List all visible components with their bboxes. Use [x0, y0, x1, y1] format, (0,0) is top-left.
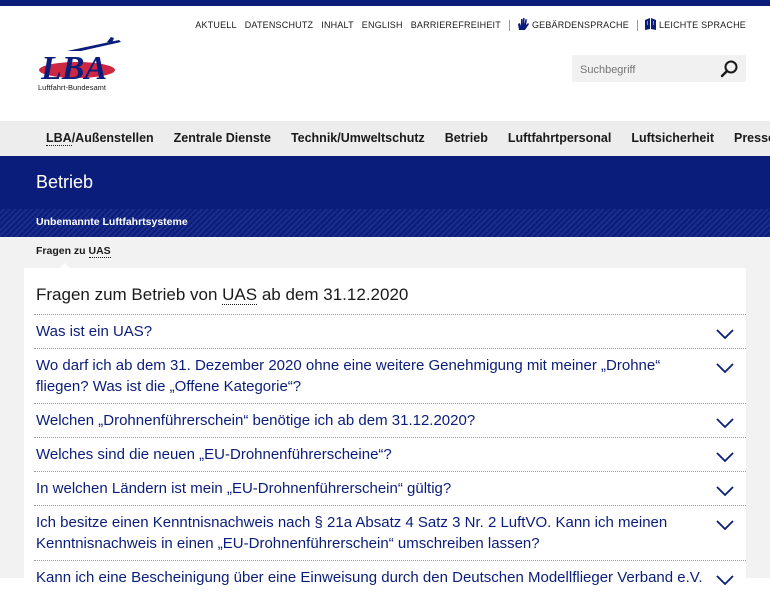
nav-item-lba-label: /Außenstellen: [71, 131, 154, 145]
page-title-pre: Fragen zum Betrieb von: [36, 285, 223, 304]
magnifier-icon[interactable]: [720, 59, 740, 79]
page-title-abbr: UAS: [222, 285, 258, 305]
chevron-down-icon[interactable]: [716, 414, 734, 429]
faq-question: In welchen Ländern ist mein „EU-Drohnenf…: [36, 480, 452, 497]
search-input[interactable]: [578, 60, 722, 80]
faq-question: Ich besitze einen Kenntnisnachweis nach …: [36, 514, 668, 552]
logo-caption: Luftfahrt-Bundesamt: [38, 83, 106, 92]
chevron-down-icon[interactable]: [716, 448, 734, 463]
breadcrumb-prefix: Fragen zu: [36, 245, 89, 257]
link-datenschutz[interactable]: DATENSCHUTZ: [245, 20, 314, 30]
logo-letters: LBA: [40, 50, 107, 87]
hand-icon: [516, 17, 530, 33]
faq-item[interactable]: Ich besitze einen Kenntnisnachweis nach …: [34, 505, 746, 560]
link-barrierefreiheit[interactable]: BARRIEREFREIHEIT: [411, 20, 501, 30]
faq-item[interactable]: Welches sind die neuen „EU-Drohnenführer…: [34, 437, 746, 471]
page-title-post: ab dem 31.12.2020: [257, 285, 409, 304]
subsection-bar: Unbemannte Luftfahrtsysteme: [0, 209, 770, 237]
nav-item-zentrale-dienste[interactable]: Zentrale Dienste: [174, 131, 271, 145]
page-title: Fragen zum Betrieb von UAS ab dem 31.12.…: [36, 285, 408, 305]
service-navigation: AKTUELL DATENSCHUTZ INHALT ENGLISH BARRI…: [187, 17, 746, 33]
link-leichte-sprache[interactable]: LEICHTE SPRACHE: [659, 20, 746, 30]
section-header: Betrieb: [0, 156, 770, 209]
nav-item-lba-abbr: LBA: [46, 131, 72, 146]
nav-item-betrieb[interactable]: Betrieb: [445, 131, 488, 164]
faq-item[interactable]: Was ist ein UAS?: [34, 314, 746, 348]
nav-item-presse[interactable]: Presse: [734, 131, 770, 145]
chevron-down-icon[interactable]: [716, 482, 734, 497]
faq-item[interactable]: Kann ich eine Bescheinigung über eine Ei…: [34, 560, 746, 594]
nav-item-technik[interactable]: Technik/Umweltschutz: [291, 131, 425, 145]
breadcrumb[interactable]: Fragen zu UAS: [36, 245, 111, 258]
top-brand-bar: [0, 0, 770, 6]
search-box: [572, 55, 746, 82]
nav-item-lba[interactable]: LBA/Außenstellen: [46, 131, 154, 146]
link-gebaerdensprache[interactable]: GEBÄRDENSPRACHE: [532, 20, 629, 30]
subsection-link[interactable]: Unbemannte Luftfahrtsysteme: [36, 216, 188, 228]
link-inhalt[interactable]: INHALT: [321, 20, 354, 30]
faq-item[interactable]: Welchen „Drohnenführerschein“ benötige i…: [34, 403, 746, 437]
section-title: Betrieb: [36, 172, 94, 192]
breadcrumb-abbr: UAS: [88, 245, 111, 258]
link-english[interactable]: ENGLISH: [362, 20, 403, 30]
faq-item[interactable]: In welchen Ländern ist mein „EU-Drohnenf…: [34, 471, 746, 505]
faq-accordion: Was ist ein UAS? Wo darf ich ab dem 31. …: [34, 314, 746, 594]
divider: [636, 19, 638, 31]
faq-item[interactable]: Wo darf ich ab dem 31. Dezember 2020 ohn…: [34, 348, 746, 403]
chevron-down-icon[interactable]: [716, 359, 734, 374]
nav-item-luftfahrtpersonal[interactable]: Luftfahrtpersonal: [508, 131, 611, 145]
chevron-down-icon[interactable]: [716, 516, 734, 531]
nav-item-luftsicherheit[interactable]: Luftsicherheit: [631, 131, 714, 145]
faq-question: Welches sind die neuen „EU-Drohnenführer…: [36, 446, 392, 463]
chevron-down-icon[interactable]: [716, 325, 734, 340]
faq-question: Was ist ein UAS?: [36, 323, 153, 340]
main-navigation: LBA/Außenstellen Zentrale Dienste Techni…: [0, 121, 770, 164]
faq-question: Wo darf ich ab dem 31. Dezember 2020 ohn…: [36, 357, 661, 395]
faq-question: Welchen „Drohnenführerschein“ benötige i…: [36, 412, 476, 429]
content-panel: Fragen zum Betrieb von UAS ab dem 31.12.…: [24, 268, 746, 586]
divider: [508, 19, 510, 31]
link-aktuell[interactable]: AKTUELL: [195, 20, 236, 30]
book-icon: [644, 17, 657, 33]
chevron-down-icon[interactable]: [716, 571, 734, 586]
